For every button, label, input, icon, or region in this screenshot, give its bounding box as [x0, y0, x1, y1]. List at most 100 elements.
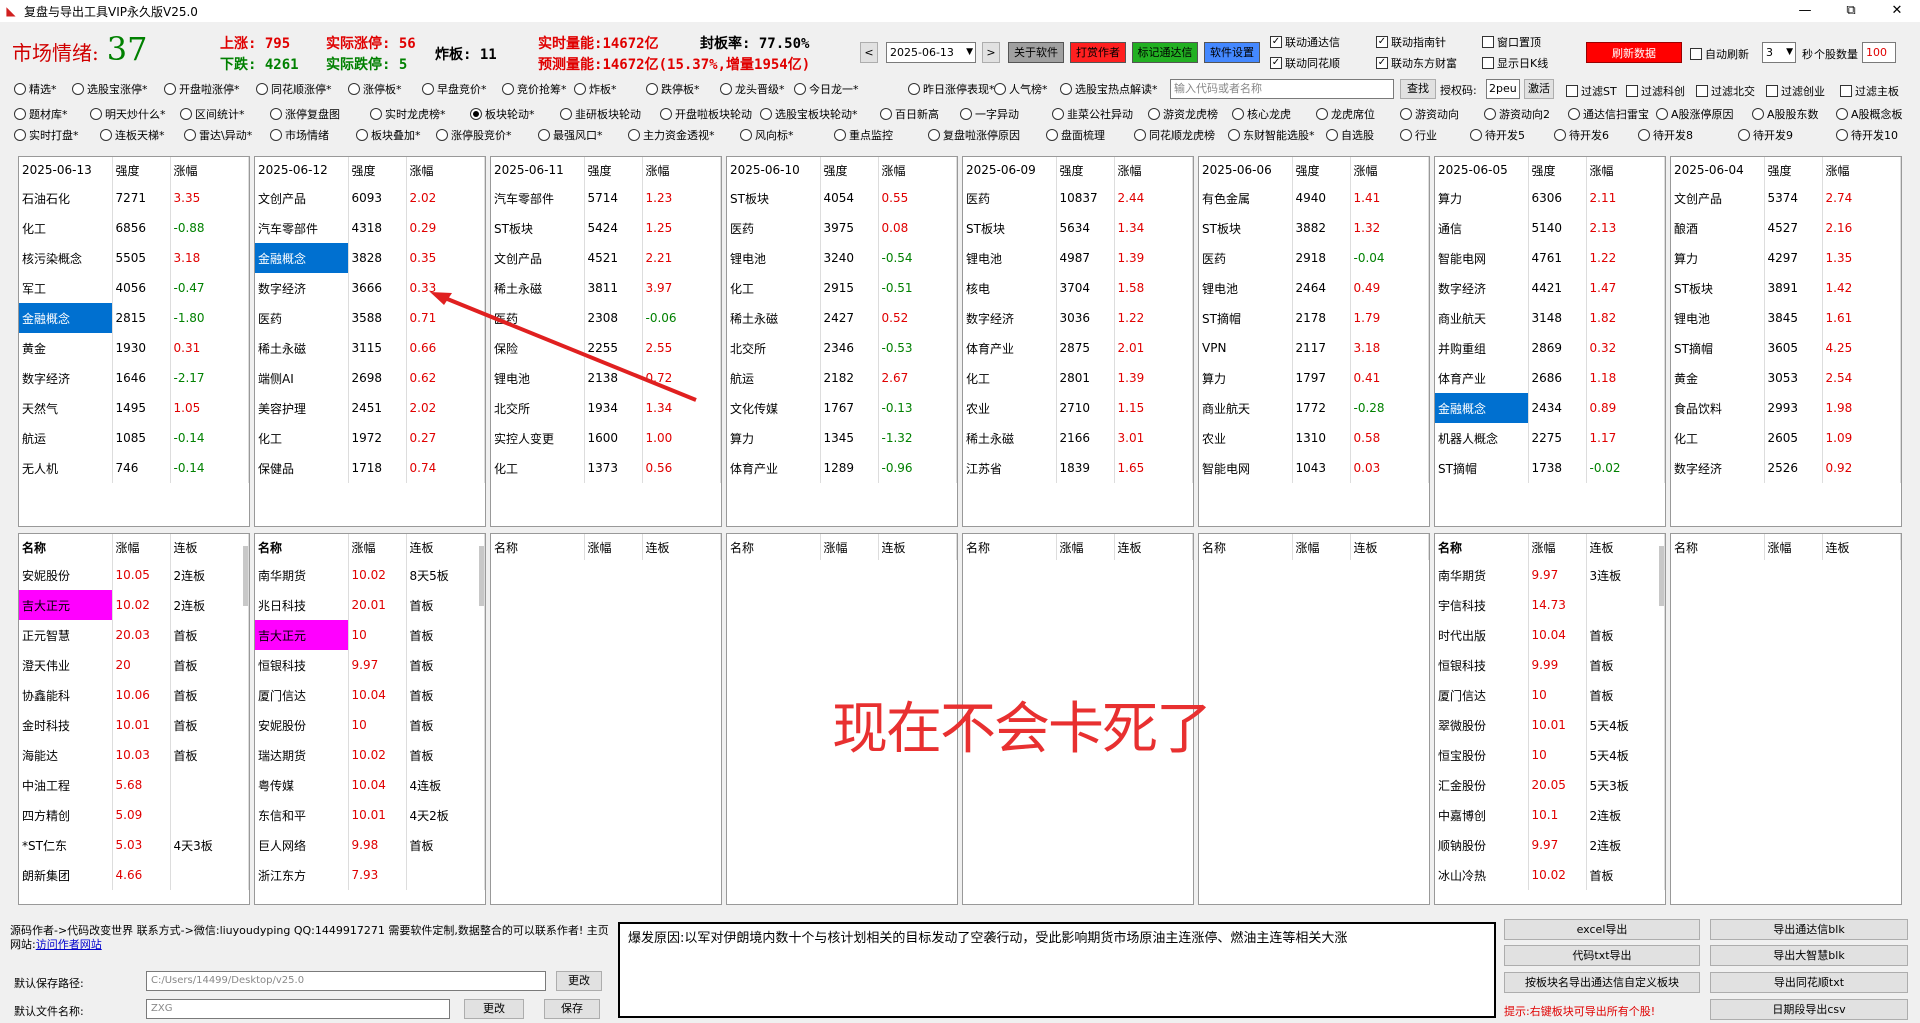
stock-count-input[interactable]: 100 [1862, 42, 1896, 63]
filter-checkbox[interactable]: 过滤主板 [1840, 83, 1899, 99]
table-row[interactable]: 冰山冷热 10.02 首板 [1435, 860, 1665, 890]
stock-name[interactable]: 浙江东方 [255, 860, 349, 890]
table-row[interactable]: ST摘帽 2178 1.79 [1199, 303, 1429, 333]
table-row[interactable]: 化工 1373 0.56 [491, 453, 721, 483]
filter-checkbox[interactable]: 过滤ST [1566, 83, 1617, 99]
settings-button[interactable]: 软件设置 [1204, 42, 1260, 63]
block-strength-panel[interactable]: 2025-06-13 强度 涨幅 石油石化 7271 3.35 化工 6856 -0.88 核污染… [18, 156, 250, 527]
date-picker[interactable]: 2025-06-13 ▼ [886, 42, 976, 63]
radio-option[interactable]: 游资动向2 [1484, 104, 1550, 124]
block-name[interactable]: 化工 [19, 213, 113, 243]
table-row[interactable]: 金融概念 2815 -1.80 [19, 303, 249, 333]
reward-button[interactable]: 打赏作者 [1070, 42, 1126, 63]
block-name[interactable]: ST板块 [727, 183, 821, 213]
save-button[interactable]: 保存 [544, 999, 600, 1019]
table-row[interactable]: 金融概念 2434 0.89 [1435, 393, 1665, 423]
block-name[interactable]: 北交所 [491, 393, 585, 423]
table-row[interactable]: 文创产品 5374 2.74 [1671, 183, 1901, 213]
table-row[interactable]: 朗新集团 4.66 [19, 860, 249, 890]
filter-checkbox[interactable]: 过滤北交 [1696, 83, 1755, 99]
stock-name[interactable]: 海能达 [19, 740, 113, 770]
scrollbar[interactable] [243, 546, 248, 606]
block-name[interactable]: 化工 [727, 273, 821, 303]
about-button[interactable]: 关于软件 [1008, 42, 1064, 63]
radio-option[interactable]: 实时龙虎榜* [370, 104, 446, 124]
stock-name[interactable]: 粤传媒 [255, 770, 349, 800]
table-row[interactable]: 恒银科技 9.99 首板 [1435, 650, 1665, 680]
stock-name[interactable]: 翠微股份 [1435, 710, 1529, 740]
block-name[interactable]: 文创产品 [255, 183, 349, 213]
table-row[interactable]: 航运 2182 2.67 [727, 363, 957, 393]
block-name[interactable]: 端侧AI [255, 363, 349, 393]
block-name[interactable]: 化工 [255, 423, 349, 453]
block-name[interactable]: 文创产品 [491, 243, 585, 273]
table-row[interactable]: 巨人网络 9.98 首板 [255, 830, 485, 860]
stock-name[interactable]: 正元智慧 [19, 620, 113, 650]
block-name[interactable]: 保险 [491, 333, 585, 363]
block-name[interactable]: 稀土永磁 [491, 273, 585, 303]
radio-option[interactable]: 风向标* [740, 125, 794, 145]
radio-option[interactable]: 选股宝涨停* [72, 79, 148, 99]
block-name[interactable]: 北交所 [727, 333, 821, 363]
block-name[interactable]: ST板块 [491, 213, 585, 243]
radio-option[interactable]: 龙头晋级* [720, 79, 785, 99]
table-row[interactable]: 黄金 1930 0.31 [19, 333, 249, 363]
radio-option[interactable]: 同花顺涨停* [256, 79, 332, 99]
block-name[interactable]: 医药 [727, 213, 821, 243]
block-name[interactable]: ST板块 [963, 213, 1057, 243]
table-row[interactable]: 天然气 1495 1.05 [19, 393, 249, 423]
block-name[interactable]: 金融概念 [19, 303, 113, 333]
block-name[interactable]: 黄金 [1671, 363, 1765, 393]
table-row[interactable]: 并购重组 2869 0.32 [1435, 333, 1665, 363]
table-row[interactable]: 稀土永磁 2166 3.01 [963, 423, 1193, 453]
stock-list-panel[interactable]: 名称 涨幅 连板 安妮股份 10.05 2连板 吉大正元 10.02 2连板 正元智慧 20.03 首… [18, 533, 250, 905]
radio-option[interactable]: 待开发9 [1738, 125, 1793, 145]
block-name[interactable]: 商业航天 [1199, 393, 1293, 423]
block-name[interactable]: 数字经济 [1671, 453, 1765, 483]
activate-button[interactable]: 激活 [1524, 79, 1554, 99]
radio-option[interactable]: 竞价抢筹* [502, 79, 567, 99]
table-row[interactable]: 南华期货 10.02 8天5板 [255, 560, 485, 590]
block-name[interactable]: 机器人概念 [1435, 423, 1529, 453]
block-name[interactable]: 算力 [1435, 183, 1529, 213]
block-name[interactable]: 酿酒 [1671, 213, 1765, 243]
radio-option[interactable]: 选股宝板块轮动* [760, 104, 858, 124]
radio-option[interactable]: 今日龙一* [794, 79, 859, 99]
table-row[interactable]: 文创产品 4521 2.21 [491, 243, 721, 273]
export-tdx-blk-button[interactable]: 导出通达信blk [1710, 919, 1908, 940]
table-row[interactable]: *ST仁东 5.03 4天3板 [19, 830, 249, 860]
table-row[interactable]: 江苏省 1839 1.65 [963, 453, 1193, 483]
block-name[interactable]: 智能电网 [1435, 243, 1529, 273]
block-name[interactable]: 算力 [727, 423, 821, 453]
table-row[interactable]: 食品饮料 2993 1.98 [1671, 393, 1901, 423]
excel-export-button[interactable]: excel导出 [1504, 919, 1700, 940]
stock-list-panel[interactable]: 名称 涨幅 连板 南华期货 9.97 3连板 宇信科技 14.73 时代出版 10.04 首板 恒银科… [1434, 533, 1666, 905]
table-row[interactable]: 浙江东方 7.93 [255, 860, 485, 890]
radio-option[interactable]: 主力资金透视* [628, 125, 715, 145]
change-name-button[interactable]: 更改 [464, 999, 524, 1019]
stock-list-panel[interactable]: 名称 涨幅 连板 [1670, 533, 1902, 905]
save-path-input[interactable]: C:/Users/14499/Desktop/v25.0 [146, 971, 546, 991]
table-row[interactable]: 恒银科技 9.97 首板 [255, 650, 485, 680]
table-row[interactable]: 北交所 2346 -0.53 [727, 333, 957, 363]
table-row[interactable]: 核电 3704 1.58 [963, 273, 1193, 303]
block-name[interactable]: 化工 [963, 363, 1057, 393]
table-row[interactable]: 稀土永磁 2427 0.52 [727, 303, 957, 333]
radio-option[interactable]: 游资龙虎榜 [1148, 104, 1218, 124]
table-row[interactable]: 算力 1797 0.41 [1199, 363, 1429, 393]
table-row[interactable]: 端侧AI 2698 0.62 [255, 363, 485, 393]
block-name[interactable]: 实控人变更 [491, 423, 585, 453]
block-name[interactable]: 天然气 [19, 393, 113, 423]
stock-name[interactable]: 顺钠股份 [1435, 830, 1529, 860]
table-row[interactable]: 文化传媒 1767 -0.13 [727, 393, 957, 423]
table-row[interactable]: 翠微股份 10.01 5天4板 [1435, 710, 1665, 740]
block-name[interactable]: 航运 [19, 423, 113, 453]
radio-option[interactable]: 同花顺龙虎榜 [1134, 125, 1215, 145]
block-name[interactable]: ST板块 [1199, 213, 1293, 243]
radio-option[interactable]: 涨停复盘图 [270, 104, 340, 124]
radio-option[interactable]: 板块轮动* [470, 104, 535, 124]
block-name[interactable]: 金融概念 [1435, 393, 1529, 423]
table-row[interactable]: 算力 4297 1.35 [1671, 243, 1901, 273]
table-row[interactable]: 中嘉博创 10.1 2连板 [1435, 800, 1665, 830]
radio-option[interactable]: 盘面梳理 [1046, 125, 1105, 145]
